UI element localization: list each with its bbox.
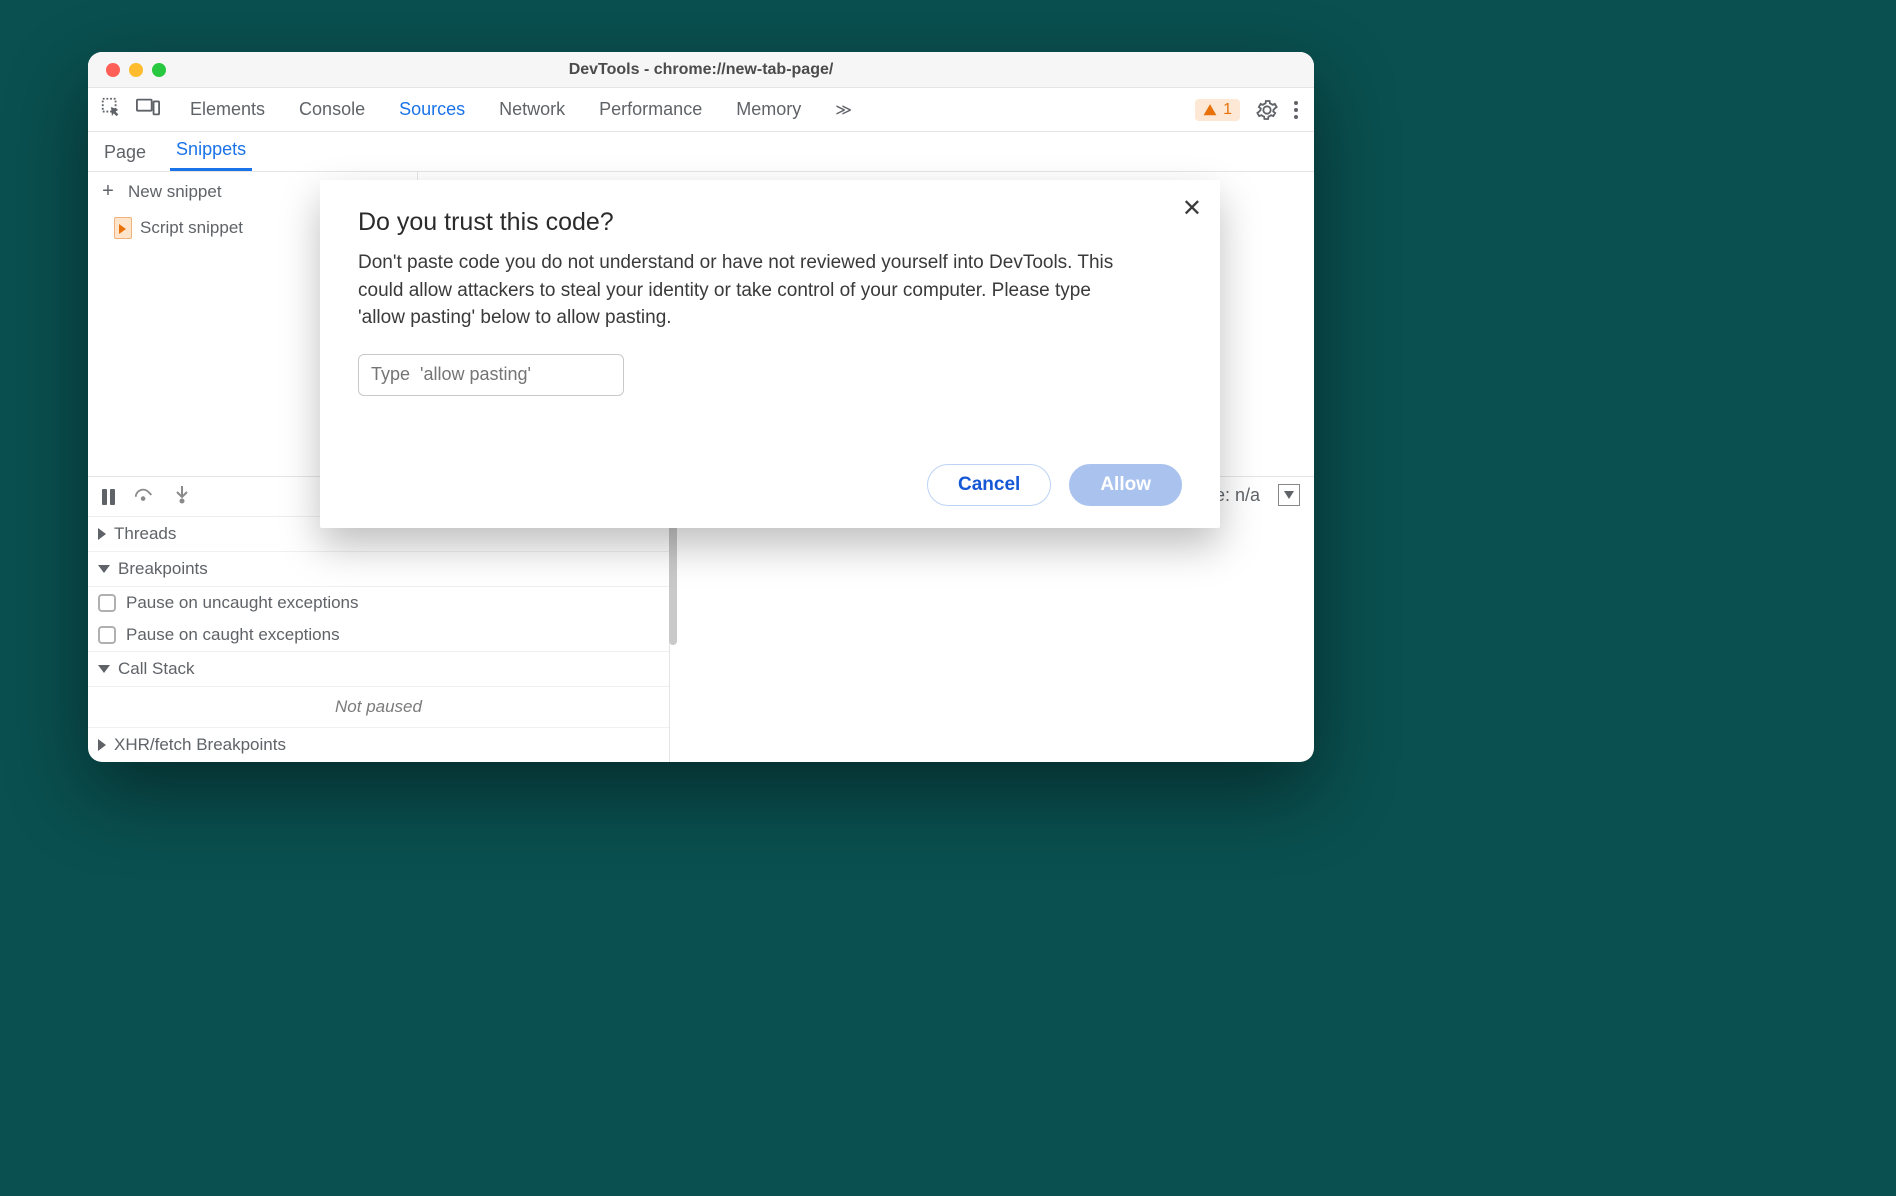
warnings-count: 1: [1223, 101, 1232, 119]
breakpoints-section[interactable]: Breakpoints: [88, 552, 669, 587]
allow-pasting-input[interactable]: [358, 354, 624, 396]
allow-button[interactable]: Allow: [1069, 464, 1182, 506]
xhr-label: XHR/fetch Breakpoints: [114, 735, 286, 755]
device-toggle-icon[interactable]: [136, 97, 160, 122]
step-into-icon[interactable]: [173, 484, 191, 509]
cancel-button[interactable]: Cancel: [927, 464, 1051, 506]
threads-label: Threads: [114, 524, 176, 544]
snippet-file-icon: [114, 217, 132, 239]
checkbox-icon[interactable]: [98, 626, 116, 644]
main-tabs-bar: Elements Console Sources Network Perform…: [88, 88, 1314, 132]
main-tabs: Elements Console Sources Network Perform…: [188, 89, 1195, 130]
callstack-not-paused: Not paused: [88, 687, 669, 728]
snippet-item-label: Script snippet: [140, 218, 243, 238]
dialog-title: Do you trust this code?: [358, 208, 1182, 237]
dialog-body: Don't paste code you do not understand o…: [358, 249, 1118, 332]
callstack-label: Call Stack: [118, 659, 195, 679]
tabs-overflow-icon[interactable]: ≫: [833, 90, 854, 130]
sources-sidebar-tabs: Page Snippets: [88, 132, 1314, 172]
tab-network[interactable]: Network: [497, 89, 567, 130]
tab-elements[interactable]: Elements: [188, 89, 267, 130]
chevron-right-icon: [98, 739, 106, 751]
sidebar-tab-page[interactable]: Page: [98, 134, 152, 171]
new-snippet-label: New snippet: [128, 182, 222, 202]
callstack-section[interactable]: Call Stack: [88, 652, 669, 687]
tab-sources[interactable]: Sources: [397, 89, 467, 130]
more-menu-icon[interactable]: [1294, 101, 1298, 119]
tab-performance[interactable]: Performance: [597, 89, 704, 130]
trust-code-dialog: ✕ Do you trust this code? Don't paste co…: [320, 180, 1220, 528]
sidebar-tab-snippets[interactable]: Snippets: [170, 131, 252, 171]
pause-caught-row[interactable]: Pause on caught exceptions: [88, 619, 669, 652]
chevron-right-icon: [98, 528, 106, 540]
pause-uncaught-row[interactable]: Pause on uncaught exceptions: [88, 587, 669, 619]
pause-icon[interactable]: [102, 489, 115, 505]
titlebar: DevTools - chrome://new-tab-page/: [88, 52, 1314, 88]
warning-icon: [1203, 103, 1217, 117]
xhr-section[interactable]: XHR/fetch Breakpoints: [88, 728, 669, 762]
settings-icon[interactable]: [1256, 99, 1278, 121]
chevron-down-icon: [98, 665, 110, 673]
tab-memory[interactable]: Memory: [734, 89, 803, 130]
step-over-icon[interactable]: [133, 485, 155, 508]
devtools-window: DevTools - chrome://new-tab-page/ Elemen…: [88, 52, 1314, 762]
pause-caught-label: Pause on caught exceptions: [126, 625, 340, 645]
checkbox-icon[interactable]: [98, 594, 116, 612]
window-title: DevTools - chrome://new-tab-page/: [88, 61, 1314, 79]
chevron-down-icon: [98, 565, 110, 573]
close-icon[interactable]: ✕: [1182, 194, 1202, 223]
warnings-badge[interactable]: 1: [1195, 99, 1240, 121]
pause-uncaught-label: Pause on uncaught exceptions: [126, 593, 359, 613]
breakpoints-label: Breakpoints: [118, 559, 208, 579]
dialog-buttons: Cancel Allow: [358, 464, 1182, 506]
plus-icon: +: [98, 180, 118, 203]
tab-console[interactable]: Console: [297, 89, 367, 130]
inspect-icon[interactable]: [100, 96, 122, 123]
